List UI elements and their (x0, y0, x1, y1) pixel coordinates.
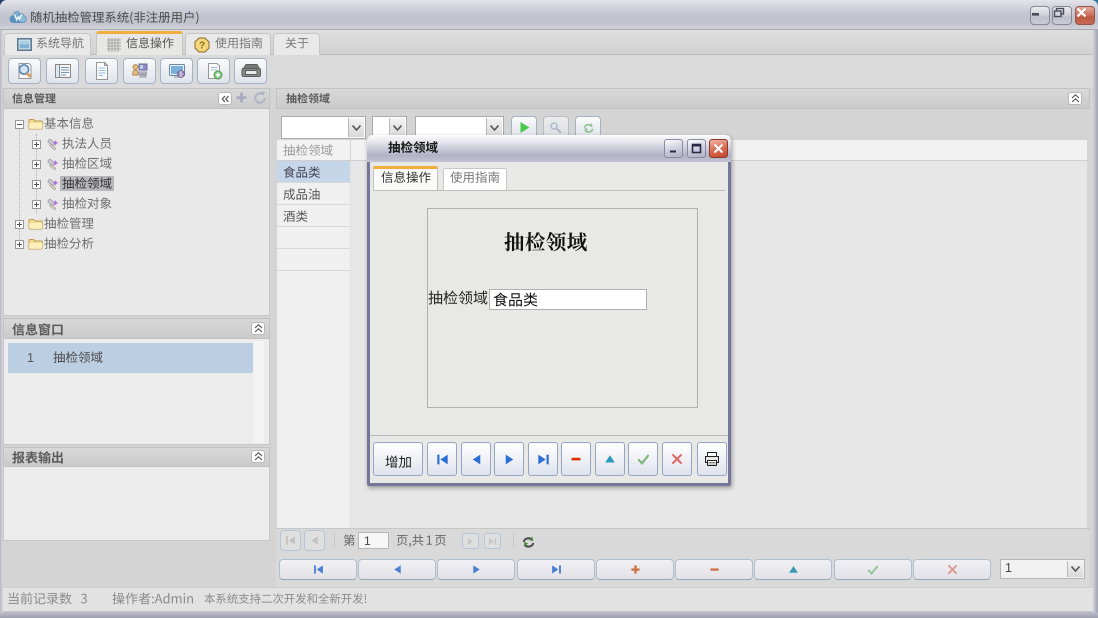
svg-text:?: ? (199, 40, 205, 51)
